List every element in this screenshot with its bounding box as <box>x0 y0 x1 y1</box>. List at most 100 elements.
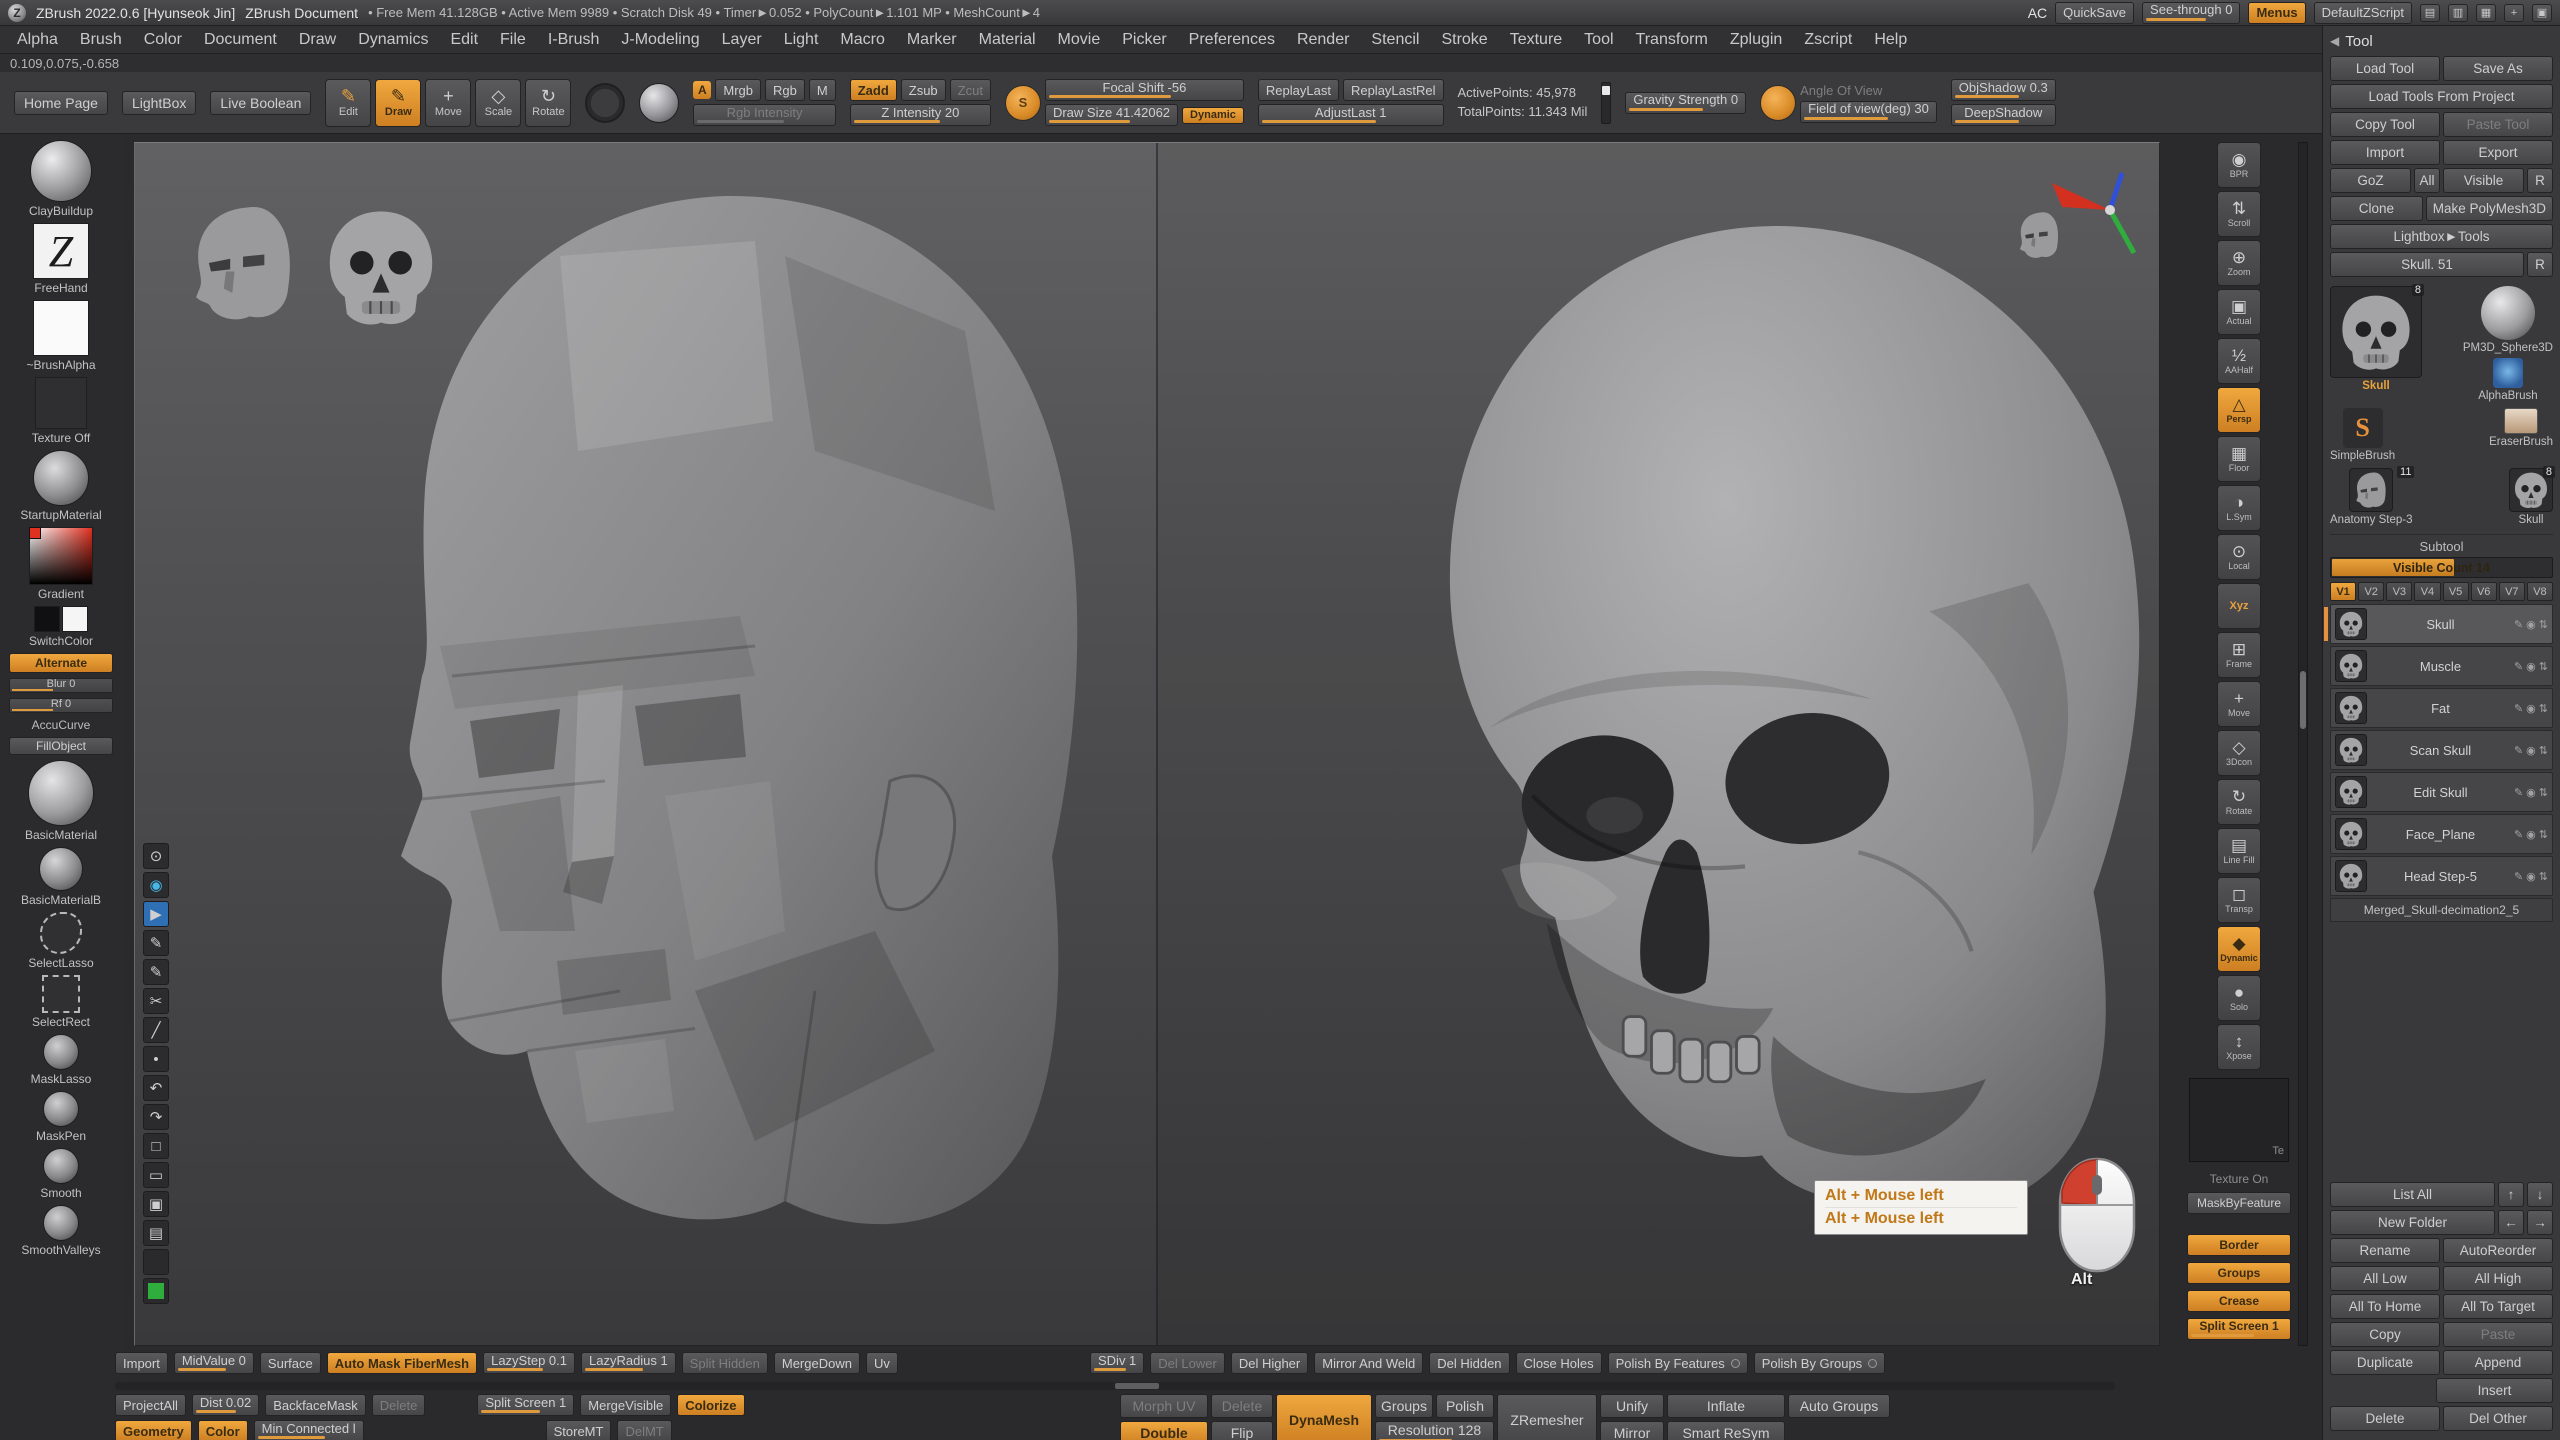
menu-help[interactable]: Help <box>1863 26 1918 54</box>
menu-macro[interactable]: Macro <box>829 26 895 54</box>
border-button[interactable]: Border <box>2187 1234 2291 1256</box>
eye-icon[interactable]: ◉ <box>2526 786 2536 799</box>
subtool-scroll-up[interactable]: ↑ <box>2498 1182 2524 1207</box>
button-mergedown[interactable]: MergeDown <box>774 1352 860 1374</box>
button-all-high[interactable]: All High <box>2443 1266 2553 1291</box>
subtool-row-skull[interactable]: Skull✎◉⇅ <box>2330 604 2553 644</box>
menu-texture[interactable]: Texture <box>1499 26 1573 54</box>
subtool-tab-v8[interactable]: V8 <box>2527 582 2553 601</box>
menu-stroke[interactable]: Stroke <box>1430 26 1498 54</box>
material-preview[interactable] <box>639 83 679 123</box>
button-lazystep-0-1[interactable]: LazyStep 0.1 <box>483 1352 575 1374</box>
stroke-preview[interactable] <box>585 83 625 123</box>
smart-resym-button[interactable]: Smart ReSym <box>1667 1421 1785 1440</box>
z-intensity-slider[interactable]: Z Intensity 20 <box>850 104 991 126</box>
dot-brush-icon[interactable]: • <box>143 1046 169 1072</box>
groups-toggle-button[interactable]: Groups <box>1375 1394 1433 1418</box>
replay-last-button[interactable]: ReplayLast <box>1258 79 1339 101</box>
eye-icon[interactable]: ◉ <box>2526 744 2536 757</box>
button-zcut[interactable]: Zcut <box>950 79 991 101</box>
menu-preferences[interactable]: Preferences <box>1178 26 1286 54</box>
marker-icon[interactable]: ╱ <box>143 1017 169 1043</box>
sidebar-item-selectlasso[interactable]: SelectLasso <box>28 912 93 970</box>
button-rename[interactable]: Rename <box>2330 1238 2440 1263</box>
adjust-last-slider[interactable]: AdjustLast 1 <box>1258 104 1444 126</box>
panel-collapse-icon[interactable]: ◀ <box>2330 34 2339 48</box>
switch-color-widget[interactable]: SwitchColor <box>29 606 93 648</box>
menu-transform[interactable]: Transform <box>1625 26 1719 54</box>
button-mergevisible[interactable]: MergeVisible <box>580 1394 671 1416</box>
reorder-icon[interactable]: ⇅ <box>2539 786 2548 799</box>
shelf-persp-button[interactable]: △Persp <box>2217 387 2261 433</box>
button-sdiv-1[interactable]: SDiv 1 <box>1090 1352 1144 1374</box>
bottom-divider[interactable] <box>115 1382 2115 1390</box>
sidebar-item-startupmaterial[interactable]: StartupMaterial <box>20 450 101 522</box>
shelf-local-button[interactable]: ⊙Local <box>2217 534 2261 580</box>
menu-edit[interactable]: Edit <box>439 26 489 54</box>
button-dist-0-02[interactable]: Dist 0.02 <box>192 1394 259 1416</box>
button-export[interactable]: Export <box>2443 140 2553 165</box>
button-insert[interactable]: Insert <box>2436 1378 2553 1403</box>
button-import[interactable]: Import <box>115 1352 168 1374</box>
divider-handle[interactable] <box>1115 1383 1159 1389</box>
sidebar-item-maskpen[interactable]: MaskPen <box>36 1091 86 1143</box>
subtool-row-merged-skull-decimation2-5[interactable]: Merged_Skull-decimation2_5 <box>2330 898 2553 922</box>
button-load-tools-from-project[interactable]: Load Tools From Project <box>2330 84 2553 109</box>
button-storemt[interactable]: StoreMT <box>546 1420 612 1440</box>
button-copy[interactable]: Copy <box>2330 1322 2440 1347</box>
undo-icon[interactable]: ↶ <box>143 1075 169 1101</box>
obj-shadow-slider[interactable]: ObjShadow 0.3 <box>1951 79 2056 101</box>
shelf-3dcon-button[interactable]: ◇3Dcon <box>2217 730 2261 776</box>
brush-icon[interactable]: ✎ <box>2514 870 2523 883</box>
sidebar-item-brushalpha[interactable]: ~BrushAlpha <box>26 300 95 372</box>
reorder-icon[interactable]: ⇅ <box>2539 870 2548 883</box>
button-del-hidden[interactable]: Del Hidden <box>1429 1352 1509 1374</box>
button-list-all[interactable]: List All <box>2330 1182 2495 1207</box>
button-m[interactable]: M <box>809 79 836 101</box>
scrollbar-handle[interactable] <box>2300 671 2306 729</box>
button-del-lower[interactable]: Del Lower <box>1150 1352 1225 1374</box>
rgb-intensity-slider[interactable]: Rgb Intensity <box>693 104 835 126</box>
button-r[interactable]: R <box>2527 168 2553 193</box>
shelf-actual-button[interactable]: ▣Actual <box>2217 289 2261 335</box>
select-cursor-icon[interactable]: ▶ <box>143 901 169 927</box>
button-color[interactable]: Color <box>198 1420 248 1440</box>
reference-thumb-head[interactable] <box>179 187 307 339</box>
button-projectall[interactable]: ProjectAll <box>115 1394 186 1416</box>
button-uv[interactable]: Uv <box>866 1352 898 1374</box>
menu-movie[interactable]: Movie <box>1047 26 1112 54</box>
button-paste[interactable]: Paste <box>2443 1322 2553 1347</box>
subtool-row-face-plane[interactable]: Face_Plane✎◉⇅ <box>2330 814 2553 854</box>
menu-picker[interactable]: Picker <box>1111 26 1177 54</box>
tool-thumb-anatomy[interactable]: 11 Anatomy Step-3 <box>2330 468 2412 526</box>
button-visible[interactable]: Visible <box>2443 168 2524 193</box>
angle-of-view-knob-icon[interactable] <box>1760 85 1796 121</box>
subtool-row-edit-skull[interactable]: Edit Skull✎◉⇅ <box>2330 772 2553 812</box>
dynamesh-button[interactable]: DynaMesh <box>1276 1394 1372 1440</box>
button-polish-by-features[interactable]: Polish By Features <box>1608 1352 1748 1374</box>
image-icon[interactable]: ▣ <box>143 1191 169 1217</box>
pencil-icon[interactable]: ✎ <box>143 959 169 985</box>
mode-edit-button[interactable]: ✎Edit <box>325 79 371 127</box>
paint-mode-a-badge[interactable]: A <box>693 81 711 99</box>
trash-icon[interactable]: □ <box>143 1133 169 1159</box>
menu-document[interactable]: Document <box>193 26 288 54</box>
button-delete[interactable]: Delete <box>372 1394 426 1416</box>
subtool-tab-v6[interactable]: V6 <box>2471 582 2497 601</box>
subtool-row-fat[interactable]: Fat✎◉⇅ <box>2330 688 2553 728</box>
visible-count-slider[interactable]: Visible Count 14 <box>2330 557 2553 578</box>
menu-alpha[interactable]: Alpha <box>6 26 69 54</box>
zremesher-button[interactable]: ZRemesher <box>1497 1394 1597 1440</box>
brush-icon[interactable]: ✎ <box>2514 828 2523 841</box>
shelf-scroll-button[interactable]: ⇅Scroll <box>2217 191 2261 237</box>
eye-icon[interactable]: ◉ <box>2526 870 2536 883</box>
button-min-connected-l[interactable]: Min Connected l <box>254 1420 364 1440</box>
brush-icon[interactable]: ✎ <box>2514 618 2523 631</box>
dynamic-draw-size-button[interactable]: Dynamic <box>1182 107 1244 124</box>
color-picker-widget[interactable]: Gradient <box>29 527 93 601</box>
shelf-line-fill-button[interactable]: ▤Line Fill <box>2217 828 2261 874</box>
button-new-folder[interactable]: New Folder <box>2330 1210 2495 1235</box>
interface-columns-icon[interactable]: ▥ <box>2448 4 2468 22</box>
menu-stencil[interactable]: Stencil <box>1360 26 1430 54</box>
button-all[interactable]: All <box>2414 168 2440 193</box>
